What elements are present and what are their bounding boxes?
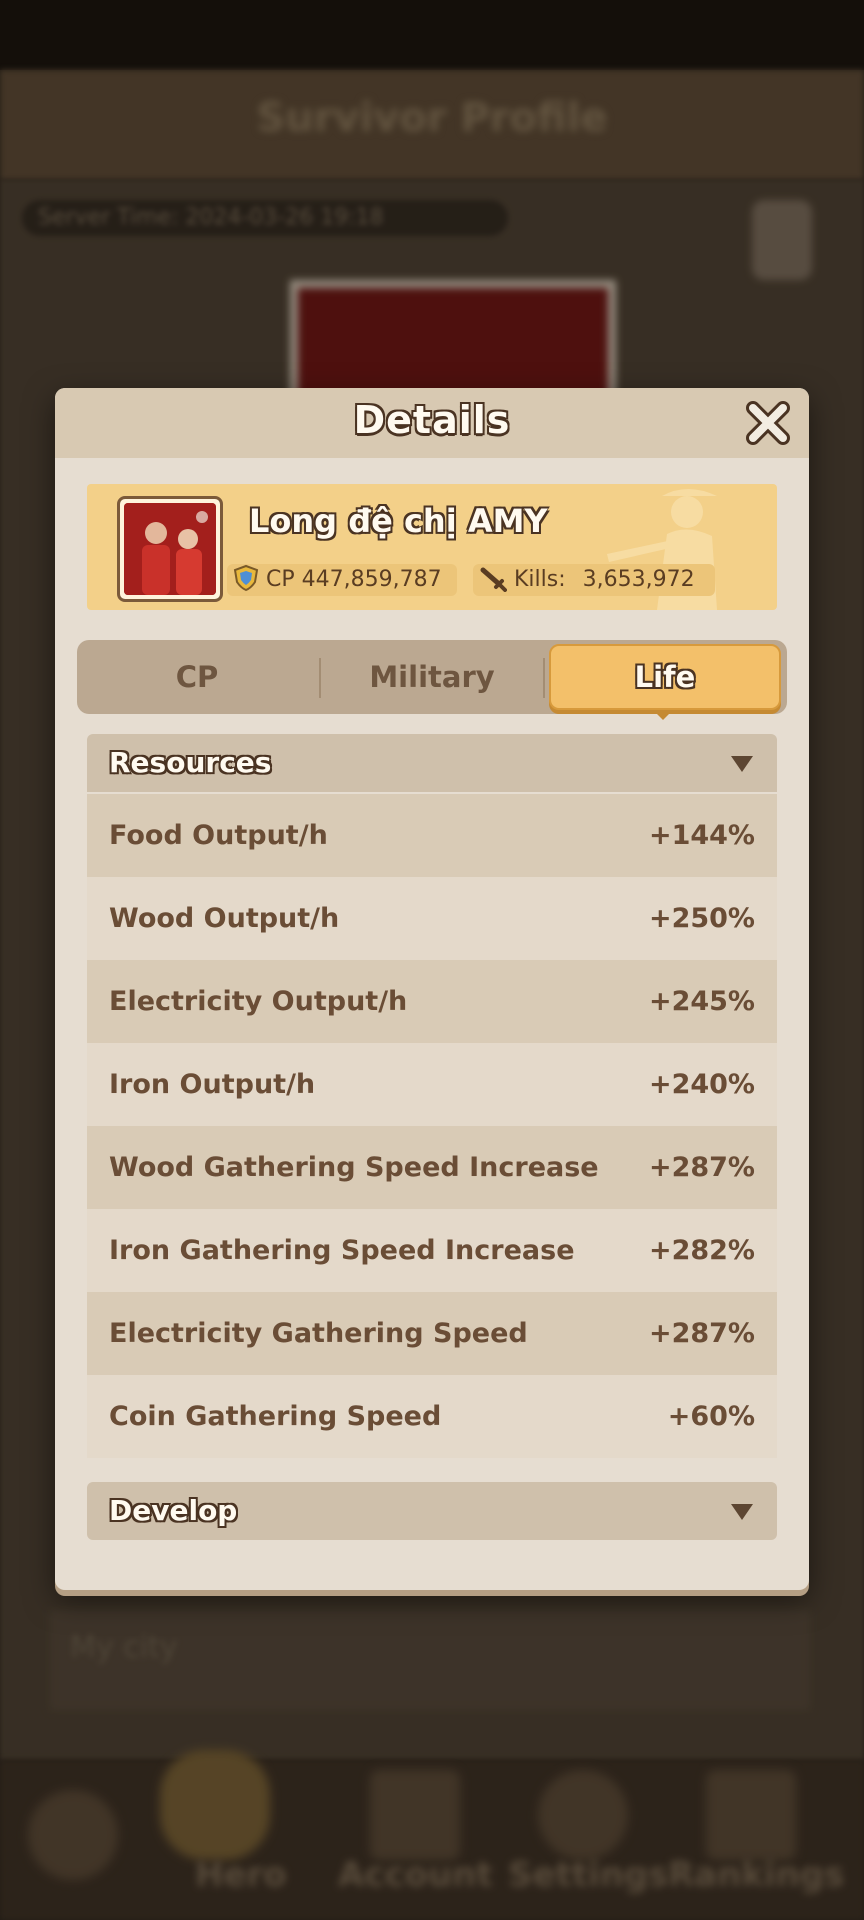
tab-life[interactable]: Life xyxy=(549,644,781,710)
modal-title: Details xyxy=(353,398,511,442)
stat-label: Iron Gathering Speed Increase xyxy=(109,1235,575,1266)
stat-value: +144% xyxy=(648,820,755,851)
tab-military[interactable]: Military xyxy=(321,640,543,714)
details-modal: Details Long đệ chị AMY CP 447,859,787 K… xyxy=(55,388,809,1590)
section-resources-header[interactable]: Resources xyxy=(87,734,777,792)
cp-stat: CP 447,859,787 xyxy=(227,564,457,596)
tab-pointer-icon xyxy=(653,710,673,720)
resources-list: Food Output/h +144% Wood Output/h +250% … xyxy=(87,794,777,1458)
stat-label: Iron Output/h xyxy=(109,1069,316,1100)
stat-label: Electricity Gathering Speed xyxy=(109,1318,528,1349)
stat-label: Coin Gathering Speed xyxy=(109,1401,442,1432)
list-item: Iron Gathering Speed Increase +282% xyxy=(87,1209,777,1292)
cp-value: 447,859,787 xyxy=(301,567,442,592)
kills-label: Kills: xyxy=(514,567,566,592)
list-item: Wood Gathering Speed Increase +287% xyxy=(87,1126,777,1209)
stat-value: +287% xyxy=(648,1318,755,1349)
list-item: Electricity Gathering Speed +287% xyxy=(87,1292,777,1375)
tab-cp[interactable]: CP xyxy=(77,640,317,714)
section-resources-title: Resources xyxy=(109,746,272,779)
stat-label: Wood Output/h xyxy=(109,903,340,934)
section-develop-header[interactable]: Develop xyxy=(87,1482,777,1540)
stat-value: +240% xyxy=(648,1069,755,1100)
stat-value: +245% xyxy=(648,986,755,1017)
chevron-down-icon xyxy=(731,1504,753,1520)
list-item: Wood Output/h +250% xyxy=(87,877,777,960)
list-item: Electricity Output/h +245% xyxy=(87,960,777,1043)
avatar[interactable] xyxy=(117,496,223,602)
modal-header: Details xyxy=(55,388,809,458)
stat-label: Food Output/h xyxy=(109,820,328,851)
kills-stat: Kills: 3,653,972 xyxy=(473,564,715,596)
list-item: Food Output/h +144% xyxy=(87,794,777,877)
stat-label: Electricity Output/h xyxy=(109,986,408,1017)
close-button[interactable] xyxy=(745,400,791,446)
close-icon xyxy=(746,401,790,445)
list-item: Coin Gathering Speed +60% xyxy=(87,1375,777,1458)
shield-icon xyxy=(233,564,259,592)
profile-banner: Long đệ chị AMY CP 447,859,787 Kills: 3,… xyxy=(87,484,777,610)
tab-bar: CP Military Life xyxy=(77,640,787,720)
avatar-image xyxy=(124,503,216,595)
stat-value: +287% xyxy=(648,1152,755,1183)
chevron-down-icon xyxy=(731,756,753,772)
sword-icon xyxy=(480,567,507,592)
cp-label: CP xyxy=(266,567,295,592)
list-item: Iron Output/h +240% xyxy=(87,1043,777,1126)
kills-value: 3,653,972 xyxy=(582,567,695,592)
stat-value: +282% xyxy=(648,1235,755,1266)
stat-value: +60% xyxy=(667,1401,755,1432)
stat-value: +250% xyxy=(648,903,755,934)
player-name: Long đệ chị AMY xyxy=(249,502,548,540)
tab-divider xyxy=(543,658,545,698)
stat-label: Wood Gathering Speed Increase xyxy=(109,1152,599,1183)
section-develop-title: Develop xyxy=(109,1494,238,1527)
